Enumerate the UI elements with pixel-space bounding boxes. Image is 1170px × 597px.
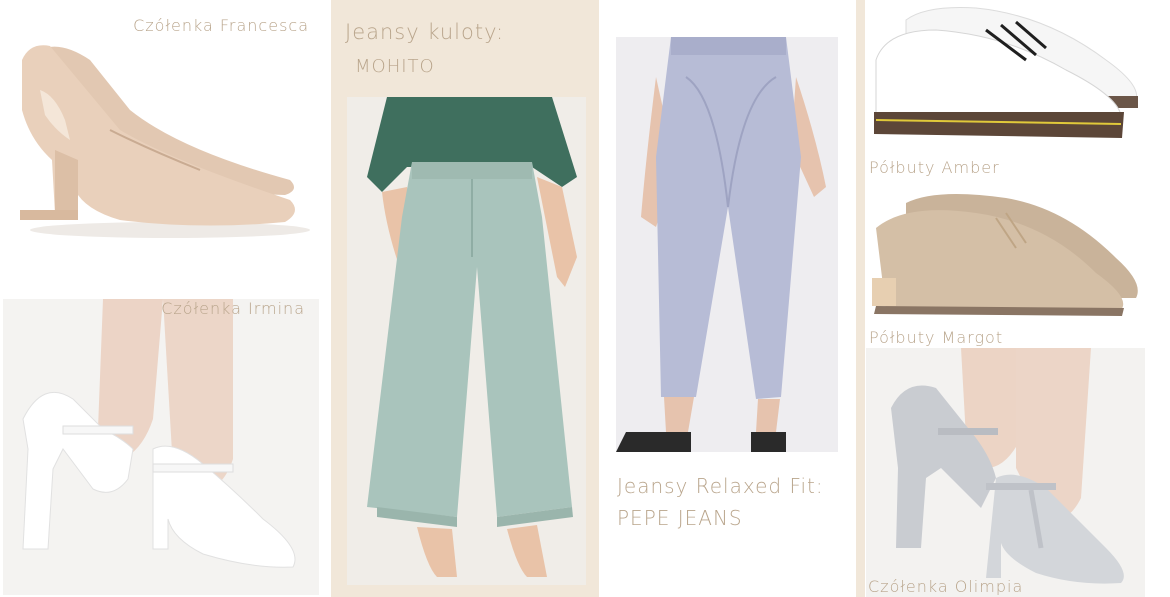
white-derby-shoe-image: [874, 7, 1138, 138]
relaxed-brand: PEPE JEANS: [617, 506, 743, 530]
label-irmina: Czółenka Irmina: [161, 299, 305, 318]
label-margot: Półbuty Margot: [869, 328, 1004, 347]
label-olimpia: Czółenka Olimpia: [868, 577, 1024, 596]
product-card-kuloty[interactable]: [347, 97, 586, 585]
label-francesca: Czółenka Francesca: [133, 16, 309, 35]
white-tstrap-shoe-image: [22, 299, 296, 568]
product-card-irmina[interactable]: Czółenka Irmina: [3, 299, 319, 595]
acid-wash-relaxed-jeans-image: [616, 37, 826, 452]
product-card-margot[interactable]: Półbuty Margot: [866, 188, 1145, 348]
label-amber: Półbuty Amber: [869, 158, 1000, 177]
beige-pump-shoe-image: [20, 45, 310, 238]
product-card-amber[interactable]: Półbuty Amber: [866, 0, 1145, 180]
product-card-olimpia[interactable]: Czółenka Olimpia: [866, 348, 1145, 597]
product-card-relaxed[interactable]: [616, 37, 838, 452]
relaxed-title: Jeansy Relaxed Fit:: [617, 474, 824, 498]
kuloty-title: Jeansy kuloty:: [345, 20, 505, 44]
suede-oxford-shoe-image: [872, 194, 1138, 316]
kuloty-brand: MOHITO: [355, 56, 435, 77]
product-card-francesca[interactable]: Czółenka Francesca: [0, 0, 331, 297]
sage-culotte-jeans-image: [367, 97, 577, 577]
grey-tstrap-shoe-image: [891, 348, 1124, 584]
column-divider: [856, 0, 865, 597]
